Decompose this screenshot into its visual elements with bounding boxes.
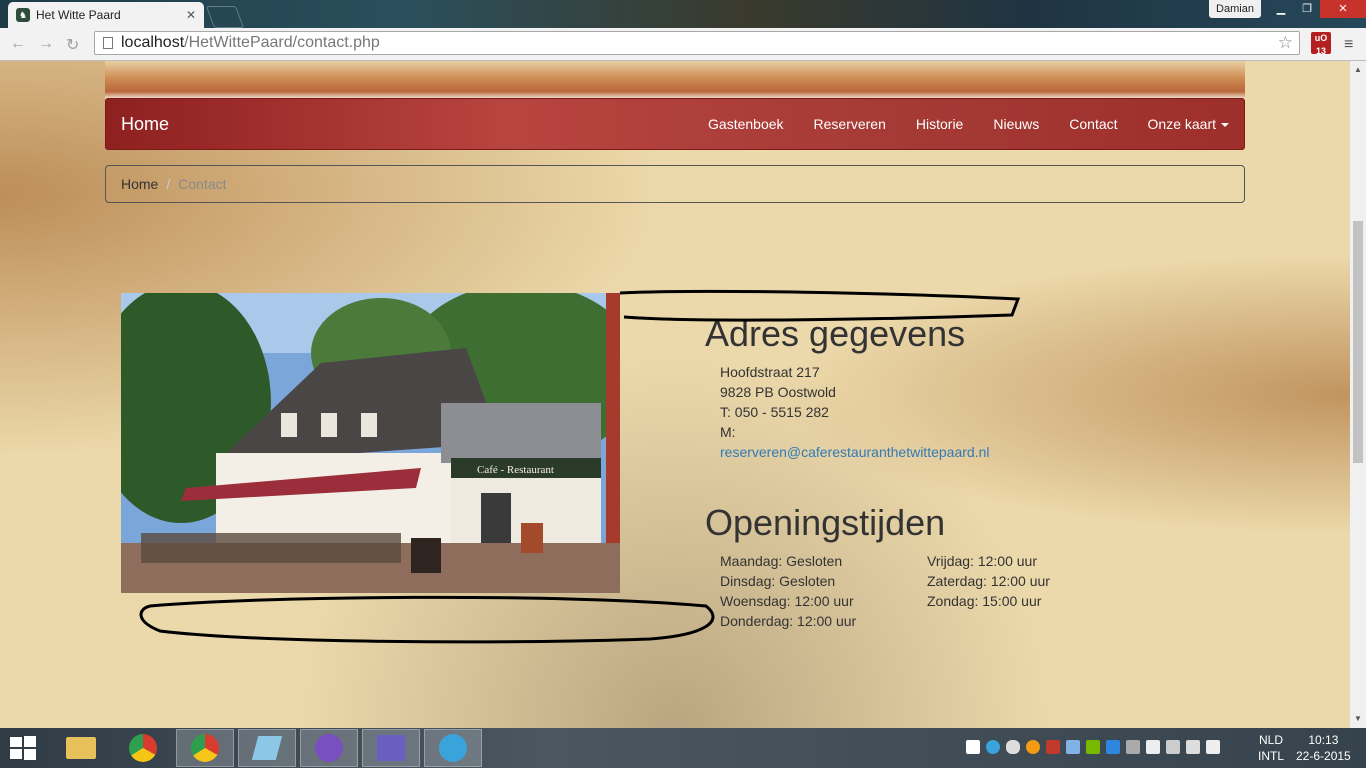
address-bar[interactable]: localhost/HetWittePaard/contact.php ☆ bbox=[94, 31, 1300, 55]
url-host: localhost bbox=[121, 34, 185, 51]
browser-toolbar: ← → ↻ localhost/HetWittePaard/contact.ph… bbox=[0, 28, 1366, 61]
tab-title: Het Witte Paard bbox=[36, 8, 121, 22]
browser-titlebar: ♞ Het Witte Paard ✕ Damian ▁ ❐ ✕ bbox=[0, 0, 1366, 28]
bookmark-star-icon[interactable]: ☆ bbox=[1278, 32, 1293, 54]
avast-icon[interactable] bbox=[1026, 740, 1040, 754]
back-icon[interactable]: ← bbox=[10, 35, 26, 53]
breadcrumb-home[interactable]: Home bbox=[121, 176, 158, 192]
nvidia-icon[interactable] bbox=[1086, 740, 1100, 754]
nav-gastenboek[interactable]: Gastenboek bbox=[708, 116, 784, 132]
photo-sign-text: Café - Restaurant bbox=[477, 464, 554, 476]
clock-date: 22-6-2015 bbox=[1296, 749, 1351, 763]
address-phone: T: 050 - 5515 282 bbox=[720, 404, 829, 420]
nav-reserveren[interactable]: Reserveren bbox=[814, 116, 886, 132]
hours-row: Donderdag: 12:00 uur bbox=[720, 613, 857, 629]
opening-hours-right: Vrijdag: 12:00 uur Zaterdag: 12:00 uur Z… bbox=[927, 551, 1050, 611]
maximize-icon[interactable]: ❐ bbox=[1294, 0, 1320, 18]
onedrive-icon[interactable] bbox=[1006, 740, 1020, 754]
browser-tab[interactable]: ♞ Het Witte Paard ✕ bbox=[8, 2, 204, 28]
nav-historie[interactable]: Historie bbox=[916, 116, 963, 132]
address-street: Hoofdstraat 217 bbox=[720, 364, 820, 380]
scroll-down-icon[interactable]: ▼ bbox=[1354, 714, 1362, 723]
chat-icon[interactable] bbox=[300, 729, 358, 767]
opening-hours-heading: Openingstijden bbox=[705, 502, 946, 543]
opening-hours-left: Maandag: Gesloten Dinsdag: Gesloten Woen… bbox=[720, 551, 856, 631]
profile-button[interactable]: Damian bbox=[1209, 0, 1261, 18]
page-icon bbox=[103, 37, 113, 49]
clock-time: 10:13 bbox=[1308, 733, 1339, 747]
hours-row: Zondag: 15:00 uur bbox=[927, 593, 1042, 609]
language-top: NLD bbox=[1259, 733, 1284, 747]
action-center-flag-icon[interactable] bbox=[1146, 740, 1160, 754]
notepad-icon[interactable] bbox=[238, 729, 296, 767]
breadcrumb: Home / Contact bbox=[105, 165, 1245, 203]
system-clock[interactable]: 10:13 22-6-2015 bbox=[1296, 732, 1351, 764]
file-explorer-icon[interactable] bbox=[52, 729, 110, 767]
navbar-brand[interactable]: Home bbox=[121, 114, 169, 135]
nav-onze-kaart-dropdown[interactable]: Onze kaart bbox=[1148, 116, 1229, 132]
bluetooth-icon[interactable] bbox=[1066, 740, 1080, 754]
forward-icon[interactable]: → bbox=[38, 35, 54, 53]
hours-row: Zaterdag: 12:00 uur bbox=[927, 573, 1050, 589]
page-scrollbar[interactable]: ▲ ▼ bbox=[1350, 61, 1366, 728]
email-link[interactable]: reserveren@caferestauranthetwittepaard.n… bbox=[720, 444, 989, 460]
nav-nieuws[interactable]: Nieuws bbox=[993, 116, 1039, 132]
site-favicon-icon: ♞ bbox=[16, 8, 30, 22]
display-icon[interactable] bbox=[1106, 740, 1120, 754]
reload-icon[interactable]: ↻ bbox=[66, 35, 79, 55]
windows-update-icon[interactable] bbox=[966, 740, 980, 754]
address-postal-city: 9828 PB Oostwold bbox=[720, 384, 836, 400]
breadcrumb-current: Contact bbox=[178, 176, 227, 192]
hours-row: Vrijdag: 12:00 uur bbox=[927, 553, 1037, 569]
security-icon[interactable] bbox=[1046, 740, 1060, 754]
new-tab-button[interactable] bbox=[205, 6, 245, 28]
address-mail-label: M: bbox=[720, 424, 736, 440]
header-banner-image bbox=[105, 61, 1245, 99]
language-indicator[interactable]: NLD INTL bbox=[1258, 732, 1284, 764]
chrome-active-icon[interactable] bbox=[176, 729, 234, 767]
phpstorm-icon[interactable] bbox=[362, 729, 420, 767]
nav-contact[interactable]: Contact bbox=[1069, 116, 1117, 132]
tab-close-icon[interactable]: ✕ bbox=[186, 8, 196, 22]
windows-start-icon[interactable] bbox=[10, 736, 36, 760]
close-window-icon[interactable]: ✕ bbox=[1320, 0, 1366, 18]
scroll-up-icon[interactable]: ▲ bbox=[1354, 65, 1362, 74]
page-viewport: Home Gastenboek Reserveren Historie Nieu… bbox=[0, 61, 1350, 728]
restaurant-photo: Café - Restaurant bbox=[121, 293, 620, 593]
system-tray bbox=[966, 740, 1220, 754]
chrome-icon[interactable] bbox=[114, 729, 172, 767]
nav-links: Gastenboek Reserveren Historie Nieuws Co… bbox=[708, 116, 1229, 132]
chrome-menu-icon[interactable]: ≡ bbox=[1344, 36, 1353, 54]
hours-row: Maandag: Gesloten bbox=[720, 553, 843, 569]
telegram-tray-icon[interactable] bbox=[986, 740, 1000, 754]
volume-icon[interactable] bbox=[1206, 740, 1220, 754]
keyboard-icon[interactable] bbox=[1126, 740, 1140, 754]
caret-down-icon bbox=[1221, 123, 1229, 128]
address-heading: Adres gegevens bbox=[705, 313, 966, 354]
network-signal-icon[interactable] bbox=[1186, 740, 1200, 754]
minimize-icon[interactable]: ▁ bbox=[1268, 0, 1294, 18]
ublock-extension-icon[interactable]: uO 13 bbox=[1311, 32, 1331, 56]
language-bottom: INTL bbox=[1258, 749, 1285, 763]
address-block: Hoofdstraat 217 9828 PB Oostwold T: 050 … bbox=[720, 362, 989, 462]
scrollbar-thumb[interactable] bbox=[1353, 221, 1363, 463]
hours-row: Woensdag: 12:00 uur bbox=[720, 593, 854, 609]
url-path: /HetWittePaard/contact.php bbox=[184, 34, 380, 51]
windows-taskbar: NLD INTL 10:13 22-6-2015 bbox=[0, 728, 1366, 768]
battery-icon[interactable] bbox=[1166, 740, 1180, 754]
hours-row: Dinsdag: Gesloten bbox=[720, 573, 836, 589]
telegram-icon[interactable] bbox=[424, 729, 482, 767]
extension-badge: 13 bbox=[1315, 46, 1326, 56]
breadcrumb-separator: / bbox=[166, 176, 171, 192]
main-navbar: Home Gastenboek Reserveren Historie Nieu… bbox=[105, 98, 1245, 150]
nav-onze-kaart-label: Onze kaart bbox=[1147, 116, 1216, 132]
